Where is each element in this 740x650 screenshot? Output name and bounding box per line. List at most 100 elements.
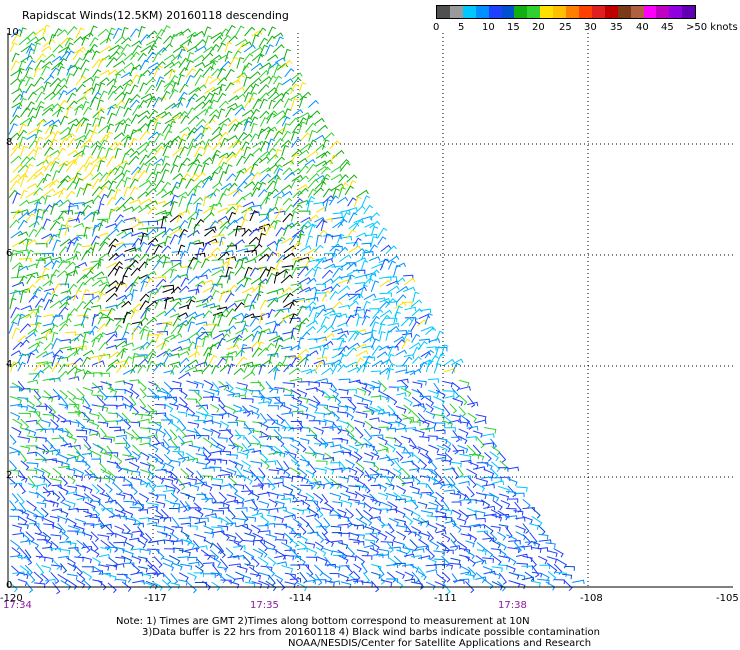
wind-barb xyxy=(163,352,174,364)
wind-barb xyxy=(105,147,113,159)
wind-barb xyxy=(475,492,487,500)
wind-barb xyxy=(18,483,26,495)
wind-barb xyxy=(115,243,127,252)
wind-barb xyxy=(466,425,479,431)
wind-barb xyxy=(216,357,227,367)
wind-barb xyxy=(514,492,525,498)
wind-barb xyxy=(363,483,371,494)
wind-barb xyxy=(164,548,175,554)
wind-barb xyxy=(59,509,69,518)
wind-barb xyxy=(297,187,309,197)
wind-barb xyxy=(82,418,95,425)
wind-barb xyxy=(187,115,200,125)
wind-barb xyxy=(107,582,117,594)
wind-barb xyxy=(123,97,133,110)
wind-barb xyxy=(224,41,232,52)
wind-barb xyxy=(98,232,110,237)
wind-barb xyxy=(233,122,243,132)
wind-barb xyxy=(283,48,292,61)
wind-barb xyxy=(506,565,516,573)
wind-barb xyxy=(226,173,236,182)
wind-barb xyxy=(131,289,138,302)
wind-barb xyxy=(266,240,278,247)
wind-barb xyxy=(251,147,263,156)
wind-barb xyxy=(289,538,299,548)
wind-barb xyxy=(115,556,126,563)
wind-barb xyxy=(417,570,427,581)
wind-barb xyxy=(332,212,343,217)
wind-barb xyxy=(522,498,531,509)
wind-barb xyxy=(283,485,294,494)
wind-barb xyxy=(259,173,271,183)
wind-barb xyxy=(308,381,321,388)
lat-label-6: 6 xyxy=(6,248,13,259)
wind-barb xyxy=(170,194,179,206)
wind-barb xyxy=(564,565,575,571)
wind-barb xyxy=(396,392,407,397)
wind-barb xyxy=(242,53,254,64)
wind-barb xyxy=(209,289,220,302)
wind-barb xyxy=(330,462,341,467)
wind-barb xyxy=(234,493,245,504)
wind-barb xyxy=(233,461,244,470)
wind-barb xyxy=(147,469,156,480)
wind-barb xyxy=(42,218,51,230)
wind-barb xyxy=(36,405,48,411)
wind-barb xyxy=(228,563,241,568)
wind-barb xyxy=(354,248,366,256)
wind-barb xyxy=(130,267,141,277)
wind-barb xyxy=(65,190,76,200)
wind-barb xyxy=(417,403,427,413)
wind-barb xyxy=(177,338,191,344)
wind-barb xyxy=(338,187,346,198)
wind-barb xyxy=(145,242,156,254)
wind-barb xyxy=(258,500,270,509)
wind-barb xyxy=(281,498,291,503)
wind-barb xyxy=(257,128,266,140)
wind-barb xyxy=(138,566,148,573)
wind-barb xyxy=(18,450,28,464)
lat-label-4: 4 xyxy=(6,359,13,370)
wind-barb xyxy=(507,547,520,553)
wind-barb xyxy=(66,456,77,462)
wind-barb xyxy=(186,130,196,140)
wind-barb xyxy=(291,77,302,86)
wind-barb xyxy=(41,107,54,116)
wind-barb xyxy=(240,344,248,357)
wind-barb xyxy=(418,555,431,560)
wind-barb xyxy=(348,485,361,491)
wind-barb xyxy=(89,516,100,522)
wind-barb xyxy=(153,244,163,255)
wind-barb xyxy=(97,276,108,281)
wind-barb xyxy=(481,433,495,438)
wind-barb xyxy=(217,525,229,531)
wind-barb xyxy=(348,180,357,190)
wind-barb xyxy=(9,434,17,445)
wind-barb xyxy=(180,115,190,124)
wind-barb xyxy=(282,331,294,337)
wind-barb xyxy=(290,484,302,494)
wind-barb xyxy=(416,483,428,488)
wind-barb xyxy=(19,290,27,304)
wind-barb xyxy=(170,540,183,545)
lat-label-8: 8 xyxy=(6,137,13,148)
wind-barb xyxy=(248,236,260,245)
wind-barb xyxy=(300,484,313,490)
wind-barb xyxy=(81,356,91,367)
wind-barb xyxy=(233,312,245,319)
wind-barb xyxy=(457,421,469,427)
wind-barb xyxy=(35,562,45,576)
wind-barb xyxy=(187,341,197,351)
wind-barb xyxy=(139,293,150,302)
wind-barb xyxy=(27,475,36,489)
wind-barb xyxy=(377,236,387,245)
wind-barb xyxy=(132,355,146,360)
wind-barb xyxy=(131,563,141,574)
wind-barb xyxy=(348,522,359,530)
wind-barb xyxy=(508,498,519,503)
wind-barb xyxy=(138,492,150,503)
wind-barb xyxy=(99,353,111,359)
wind-barb xyxy=(404,306,417,312)
wind-barb xyxy=(306,547,318,557)
wind-barb xyxy=(268,354,276,365)
